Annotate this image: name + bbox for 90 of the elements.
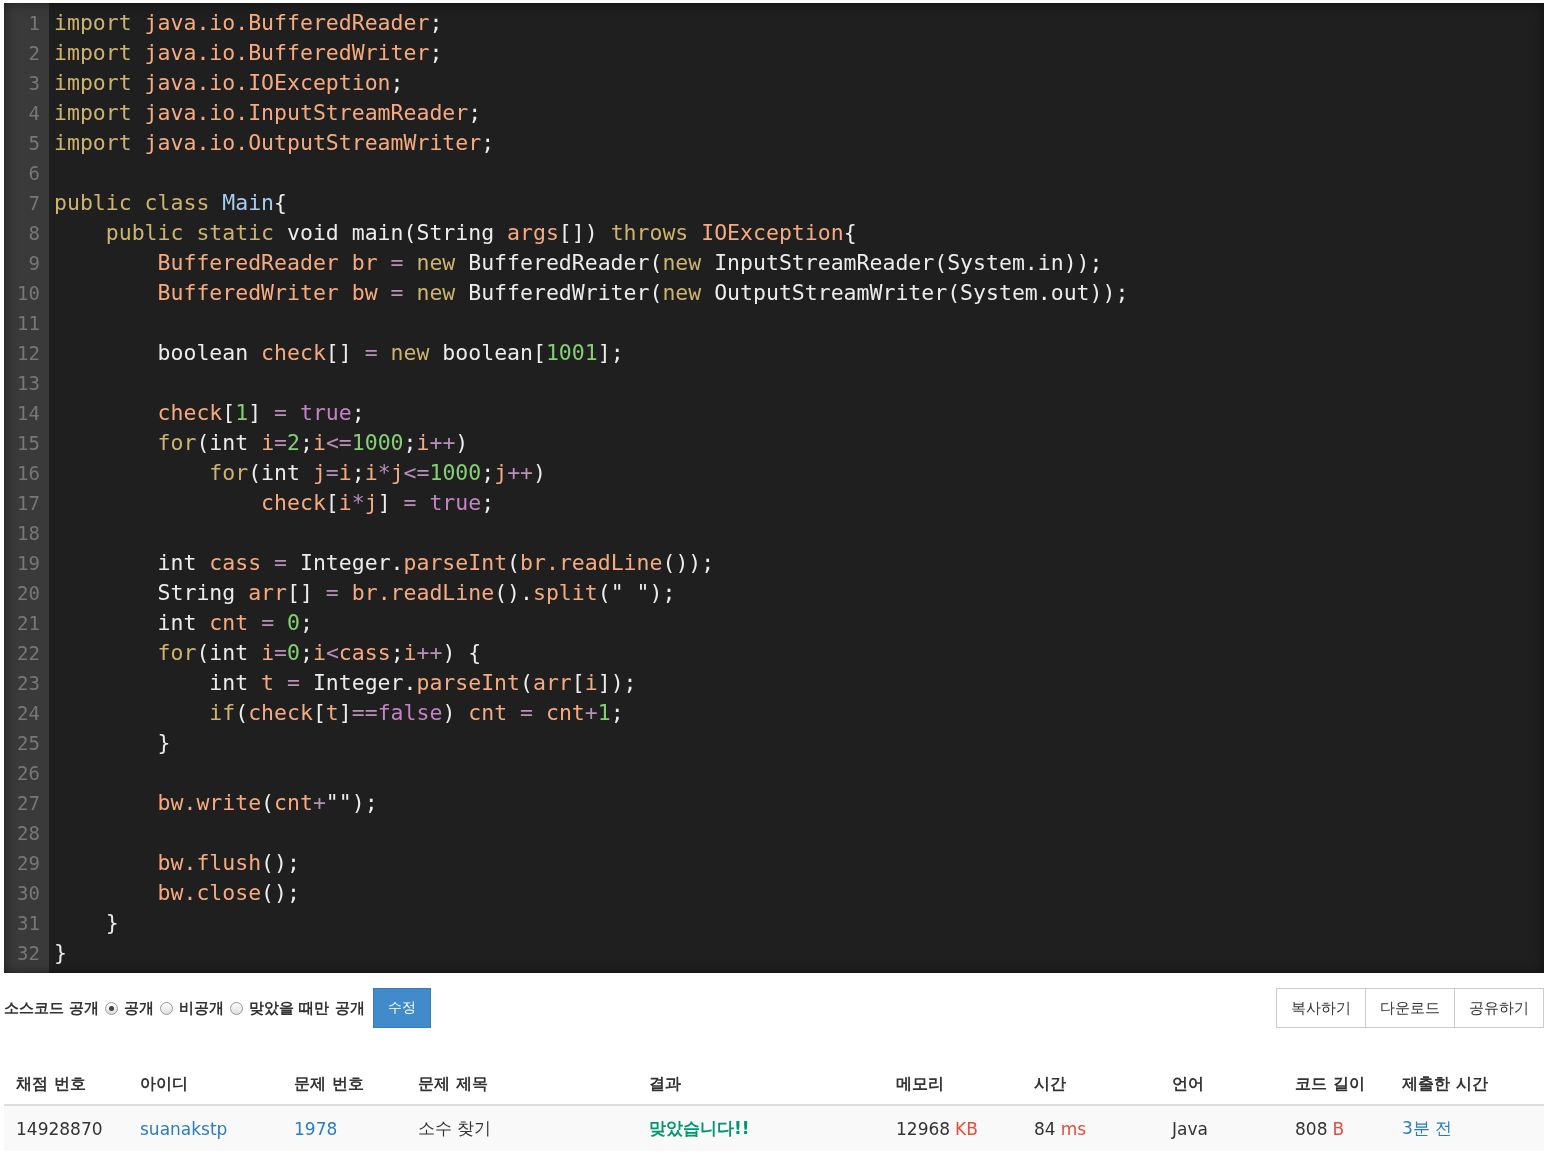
column-header: 시간 [1034,1073,1067,1095]
code-line: int t = Integer.parseInt(arr[i]); [208,669,637,697]
code-line: if(check[t]==false) cnt = cnt+1; [208,699,624,727]
line-number: 15 [16,431,41,456]
line-number: 1 [27,11,41,36]
table-cell: 맞았습니다!! [649,1118,750,1138]
line-number: 25 [16,731,41,756]
table-cell[interactable]: 1978 [294,1118,338,1139]
line-number: 22 [16,641,41,666]
line-number: 12 [16,341,41,366]
column-header: 채점 번호 [16,1073,87,1095]
code-line: for(int i=0;i<cass;i++) { [156,639,482,667]
line-number: 10 [16,281,41,306]
table-cell: 808 B [1295,1118,1345,1139]
line-number: 14 [16,401,41,426]
action-button[interactable]: 복사하기 [1276,988,1366,1028]
line-number: 13 [16,371,41,396]
column-header: 아이디 [140,1073,189,1095]
radio-label[interactable]: 비공개 [179,998,225,1018]
column-header: 문제 제목 [418,1073,489,1095]
radio-label[interactable]: 맞았을 때만 공개 [249,998,365,1018]
visibility-label: 소스코드 공개 [4,998,100,1018]
code-line: bw.close(); [156,879,300,907]
code-line: import java.io.BufferedWriter; [53,39,443,67]
radio-button[interactable] [160,1001,174,1015]
table-cell: Java [1172,1118,1208,1139]
radio-button[interactable] [105,1001,119,1015]
code-line: bw.write(cnt+""); [156,789,378,817]
line-number: 7 [27,191,41,216]
line-number: 27 [16,791,41,816]
line-number: 26 [16,761,41,786]
line-number: 21 [16,611,41,636]
code-line: import java.io.InputStreamReader; [53,99,482,127]
code-line: import java.io.BufferedReader; [53,9,443,37]
action-button[interactable]: 다운로드 [1365,988,1455,1028]
code-line: public class Main{ [53,189,287,217]
code-line: } [104,909,119,937]
line-number: 31 [16,911,41,936]
line-number: 28 [16,821,41,846]
line-number: 16 [16,461,41,486]
code-line: String arr[] = br.readLine().split(" "); [156,579,676,607]
table-cell: 소수 찾기 [418,1118,492,1138]
code-line: BufferedWriter bw = new BufferedWriter(new OutputStreamWriter(System.out)); [156,279,1129,307]
table-cell: 14928870 [16,1118,103,1139]
code-line: for(int j=i;i*j<=1000;j++) [208,459,546,487]
line-number: 11 [16,311,41,336]
code-line: check[1] = true; [156,399,365,427]
column-header: 코드 길이 [1295,1073,1366,1095]
code-editor[interactable] [4,3,1544,973]
line-number: 32 [16,941,41,966]
line-number: 30 [16,881,41,906]
code-line: import java.io.OutputStreamWriter; [53,129,495,157]
code-line: for(int i=2;i<=1000;i++) [156,429,469,457]
code-line: boolean check[] = new boolean[1001]; [156,339,624,367]
line-number: 29 [16,851,41,876]
code-line: check[i*j] = true; [260,489,495,517]
line-number: 19 [16,551,41,576]
code-line: import java.io.IOException; [53,69,404,97]
code-line: bw.flush(); [156,849,300,877]
column-header: 문제 번호 [294,1073,365,1095]
line-number: 6 [27,161,41,186]
line-number: 2 [27,41,41,66]
table-cell[interactable]: suanakstp [140,1118,228,1139]
code-line: } [53,939,67,967]
column-header: 메모리 [896,1073,945,1095]
code-line: public static void main(String args[]) throws IOException{ [104,219,857,247]
radio-label[interactable]: 공개 [124,998,155,1018]
save-button[interactable]: 수정 [372,988,431,1028]
line-number: 18 [16,521,41,546]
line-number: 4 [27,101,41,126]
action-button[interactable]: 공유하기 [1454,988,1544,1028]
code-line: int cass = Integer.parseInt(br.readLine()); [156,549,715,577]
line-number: 3 [27,71,41,96]
line-number: 23 [16,671,41,696]
radio-button[interactable] [230,1001,244,1015]
line-number: 24 [16,701,41,726]
column-header: 제출한 시간 [1402,1073,1489,1095]
column-header: 결과 [649,1073,682,1095]
code-line: int cnt = 0; [156,609,313,637]
table-cell: 12968 KB [896,1118,978,1139]
line-number: 9 [27,251,41,276]
line-number: 8 [27,221,41,246]
code-line: } [156,729,171,757]
line-number: 5 [27,131,41,156]
line-number: 17 [16,491,41,516]
line-number: 20 [16,581,41,606]
table-cell: 84 ms [1034,1118,1087,1139]
code-line: BufferedReader br = new BufferedReader(new InputStreamReader(System.in)); [156,249,1103,277]
table-cell[interactable]: 3분 전 [1402,1118,1453,1138]
column-header: 언어 [1172,1073,1205,1095]
